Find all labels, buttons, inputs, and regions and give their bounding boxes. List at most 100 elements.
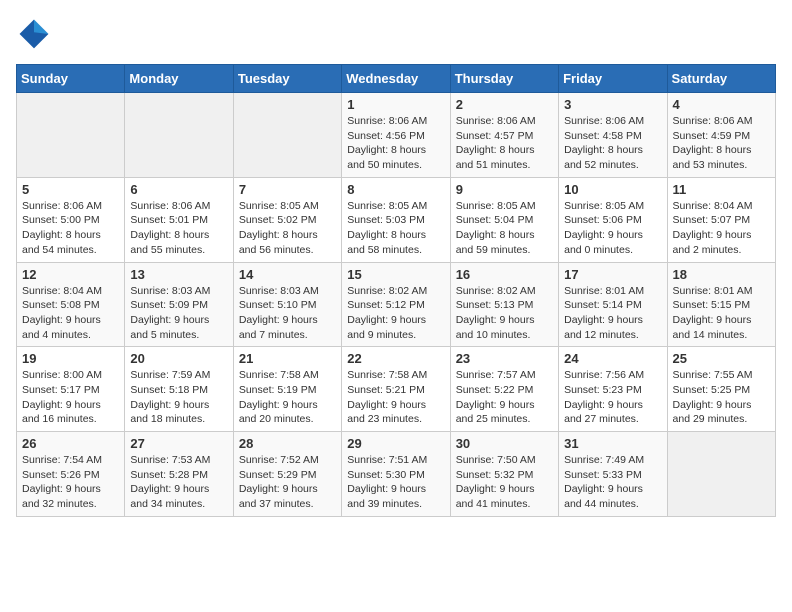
calendar-cell: 25 Sunrise: 7:55 AM Sunset: 5:25 PM Dayli… [667,347,775,432]
calendar-cell: 14 Sunrise: 8:03 AM Sunset: 5:10 PM Dayli… [233,262,341,347]
day-info: Sunrise: 8:05 AM Sunset: 5:04 PM Dayligh… [456,199,553,258]
day-number: 24 [564,351,661,366]
day-number: 19 [22,351,119,366]
day-number: 9 [456,182,553,197]
calendar-cell: 27 Sunrise: 7:53 AM Sunset: 5:28 PM Dayli… [125,432,233,517]
day-info: Sunrise: 8:01 AM Sunset: 5:15 PM Dayligh… [673,284,770,343]
day-number: 4 [673,97,770,112]
weekday-header: Wednesday [342,65,450,93]
weekday-header: Thursday [450,65,558,93]
calendar-week-row: 26 Sunrise: 7:54 AM Sunset: 5:26 PM Dayli… [17,432,776,517]
weekday-header: Sunday [17,65,125,93]
calendar-cell: 5 Sunrise: 8:06 AM Sunset: 5:00 PM Daylig… [17,177,125,262]
day-number: 30 [456,436,553,451]
day-info: Sunrise: 7:55 AM Sunset: 5:25 PM Dayligh… [673,368,770,427]
day-info: Sunrise: 7:57 AM Sunset: 5:22 PM Dayligh… [456,368,553,427]
calendar-cell: 21 Sunrise: 7:58 AM Sunset: 5:19 PM Dayli… [233,347,341,432]
day-number: 11 [673,182,770,197]
logo-icon [16,16,52,52]
day-info: Sunrise: 8:06 AM Sunset: 4:57 PM Dayligh… [456,114,553,173]
day-info: Sunrise: 8:06 AM Sunset: 5:00 PM Dayligh… [22,199,119,258]
calendar-cell: 23 Sunrise: 7:57 AM Sunset: 5:22 PM Dayli… [450,347,558,432]
calendar-cell [125,93,233,178]
day-info: Sunrise: 7:52 AM Sunset: 5:29 PM Dayligh… [239,453,336,512]
page-header [16,16,776,52]
calendar-cell [667,432,775,517]
day-number: 6 [130,182,227,197]
day-number: 27 [130,436,227,451]
day-number: 18 [673,267,770,282]
day-number: 20 [130,351,227,366]
calendar-table: SundayMondayTuesdayWednesdayThursdayFrid… [16,64,776,517]
day-info: Sunrise: 7:54 AM Sunset: 5:26 PM Dayligh… [22,453,119,512]
calendar-cell [17,93,125,178]
day-number: 29 [347,436,444,451]
calendar-cell: 13 Sunrise: 8:03 AM Sunset: 5:09 PM Dayli… [125,262,233,347]
calendar-cell: 24 Sunrise: 7:56 AM Sunset: 5:23 PM Dayli… [559,347,667,432]
calendar-cell: 30 Sunrise: 7:50 AM Sunset: 5:32 PM Dayli… [450,432,558,517]
calendar-cell: 16Sunrise: 8:02 AM Sunset: 5:13 PM Dayli… [450,262,558,347]
calendar-cell: 12 Sunrise: 8:04 AM Sunset: 5:08 PM Dayli… [17,262,125,347]
day-number: 26 [22,436,119,451]
calendar-cell: 7 Sunrise: 8:05 AM Sunset: 5:02 PM Daylig… [233,177,341,262]
day-number: 17 [564,267,661,282]
calendar-cell: 8 Sunrise: 8:05 AM Sunset: 5:03 PM Daylig… [342,177,450,262]
day-info: Sunrise: 8:03 AM Sunset: 5:10 PM Dayligh… [239,284,336,343]
calendar-cell: 2 Sunrise: 8:06 AM Sunset: 4:57 PM Daylig… [450,93,558,178]
day-number: 25 [673,351,770,366]
day-info: Sunrise: 7:56 AM Sunset: 5:23 PM Dayligh… [564,368,661,427]
day-number: 21 [239,351,336,366]
calendar-cell: 4Sunrise: 8:06 AM Sunset: 4:59 PM Daylig… [667,93,775,178]
weekday-header: Monday [125,65,233,93]
day-info: Sunrise: 8:03 AM Sunset: 5:09 PM Dayligh… [130,284,227,343]
day-number: 23 [456,351,553,366]
day-info: Sunrise: 7:58 AM Sunset: 5:21 PM Dayligh… [347,368,444,427]
calendar-cell: 3Sunrise: 8:06 AM Sunset: 4:58 PM Daylig… [559,93,667,178]
day-number: 14 [239,267,336,282]
day-number: 12 [22,267,119,282]
calendar-cell [233,93,341,178]
day-number: 16 [456,267,553,282]
calendar-cell: 29 Sunrise: 7:51 AM Sunset: 5:30 PM Dayli… [342,432,450,517]
day-number: 13 [130,267,227,282]
weekday-header: Friday [559,65,667,93]
calendar-cell: 28 Sunrise: 7:52 AM Sunset: 5:29 PM Dayli… [233,432,341,517]
day-number: 8 [347,182,444,197]
day-number: 3 [564,97,661,112]
day-info: Sunrise: 8:05 AM Sunset: 5:02 PM Dayligh… [239,199,336,258]
day-number: 28 [239,436,336,451]
calendar-week-row: 1 Sunrise: 8:06 AM Sunset: 4:56 PM Daylig… [17,93,776,178]
calendar-week-row: 5 Sunrise: 8:06 AM Sunset: 5:00 PM Daylig… [17,177,776,262]
day-info: Sunrise: 7:50 AM Sunset: 5:32 PM Dayligh… [456,453,553,512]
day-info: Sunrise: 8:05 AM Sunset: 5:03 PM Dayligh… [347,199,444,258]
day-number: 31 [564,436,661,451]
day-number: 1 [347,97,444,112]
calendar-cell: 26 Sunrise: 7:54 AM Sunset: 5:26 PM Dayli… [17,432,125,517]
day-number: 2 [456,97,553,112]
calendar-cell: 10 Sunrise: 8:05 AM Sunset: 5:06 PM Dayli… [559,177,667,262]
day-info: Sunrise: 8:01 AM Sunset: 5:14 PM Dayligh… [564,284,661,343]
calendar-cell: 15Sunrise: 8:02 AM Sunset: 5:12 PM Dayli… [342,262,450,347]
day-info: Sunrise: 8:04 AM Sunset: 5:08 PM Dayligh… [22,284,119,343]
day-info: Sunrise: 7:53 AM Sunset: 5:28 PM Dayligh… [130,453,227,512]
day-info: Sunrise: 8:00 AM Sunset: 5:17 PM Dayligh… [22,368,119,427]
calendar-cell: 9 Sunrise: 8:05 AM Sunset: 5:04 PM Daylig… [450,177,558,262]
calendar-cell: 17 Sunrise: 8:01 AM Sunset: 5:14 PM Dayli… [559,262,667,347]
calendar-cell: 1 Sunrise: 8:06 AM Sunset: 4:56 PM Daylig… [342,93,450,178]
calendar-cell: 6 Sunrise: 8:06 AM Sunset: 5:01 PM Daylig… [125,177,233,262]
calendar-week-row: 12 Sunrise: 8:04 AM Sunset: 5:08 PM Dayli… [17,262,776,347]
logo [16,16,56,52]
day-info: Sunrise: 7:58 AM Sunset: 5:19 PM Dayligh… [239,368,336,427]
day-info: Sunrise: 8:06 AM Sunset: 5:01 PM Dayligh… [130,199,227,258]
calendar-week-row: 19 Sunrise: 8:00 AM Sunset: 5:17 PM Dayli… [17,347,776,432]
day-info: Sunrise: 8:05 AM Sunset: 5:06 PM Dayligh… [564,199,661,258]
day-info: Sunrise: 7:51 AM Sunset: 5:30 PM Dayligh… [347,453,444,512]
day-number: 5 [22,182,119,197]
day-number: 7 [239,182,336,197]
day-info: Sunrise: 8:06 AM Sunset: 4:56 PM Dayligh… [347,114,444,173]
weekday-header: Saturday [667,65,775,93]
day-info: Sunrise: 7:59 AM Sunset: 5:18 PM Dayligh… [130,368,227,427]
day-number: 15 [347,267,444,282]
day-number: 10 [564,182,661,197]
calendar-cell: 20 Sunrise: 7:59 AM Sunset: 5:18 PM Dayli… [125,347,233,432]
